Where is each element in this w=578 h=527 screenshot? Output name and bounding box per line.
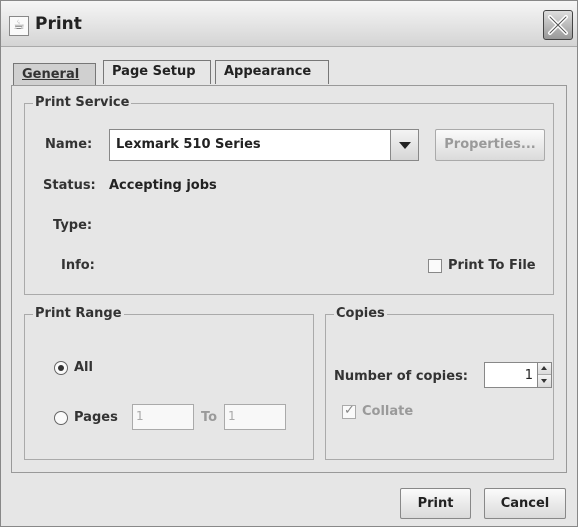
print-dialog: ☕ Print General Page Setup Appearance Pr… — [0, 0, 578, 527]
tab-general[interactable]: General — [13, 63, 96, 85]
copies-title: Copies — [334, 306, 387, 321]
from-page-field[interactable]: 1 — [132, 404, 194, 430]
close-button[interactable] — [543, 10, 573, 40]
status-value: Accepting jobs — [109, 178, 217, 193]
name-label: Name: — [45, 137, 93, 152]
print-service-group: Print Service Name: Lexmark 510 Series P… — [24, 95, 554, 295]
to-label: To — [201, 410, 218, 425]
collate-label[interactable]: Collate — [362, 404, 413, 419]
title-bar[interactable]: ☕ Print — [1, 1, 577, 47]
tab-label: General — [22, 67, 80, 82]
tab-page-setup[interactable]: Page Setup — [103, 60, 211, 84]
spinner-buttons — [537, 363, 551, 387]
spinner-up-icon[interactable] — [538, 363, 551, 375]
print-range-title: Print Range — [33, 306, 124, 321]
printer-name: Lexmark 510 Series — [116, 137, 261, 152]
copies-value: 1 — [524, 368, 533, 383]
tab-label: Appearance — [224, 64, 312, 79]
print-to-file-label[interactable]: Print To File — [448, 258, 536, 273]
info-label: Info: — [61, 258, 95, 273]
all-radio[interactable] — [54, 361, 68, 375]
copies-spinner[interactable]: 1 — [484, 362, 552, 388]
all-label[interactable]: All — [74, 360, 93, 375]
general-tab-panel: Print Service Name: Lexmark 510 Series P… — [11, 85, 567, 473]
tab-label: Page Setup — [112, 64, 196, 79]
collate-checkbox[interactable] — [342, 403, 356, 419]
printer-select[interactable]: Lexmark 510 Series — [109, 129, 419, 161]
close-icon — [548, 15, 568, 35]
copies-group: Copies Number of copies: 1 Collate — [325, 306, 554, 460]
pages-label[interactable]: Pages — [74, 410, 118, 425]
properties-button[interactable]: Properties... — [435, 129, 545, 161]
print-service-title: Print Service — [33, 95, 132, 110]
to-page-field[interactable]: 1 — [224, 404, 286, 430]
print-button[interactable]: Print — [400, 488, 471, 519]
status-label: Status: — [43, 178, 96, 193]
cancel-button[interactable]: Cancel — [484, 488, 566, 519]
print-to-file-checkbox[interactable] — [428, 259, 442, 273]
chevron-down-icon[interactable] — [390, 130, 418, 160]
number-of-copies-label: Number of copies: — [334, 369, 469, 384]
pages-radio[interactable] — [54, 411, 68, 425]
tab-appearance[interactable]: Appearance — [215, 60, 329, 84]
spinner-down-icon[interactable] — [538, 375, 551, 387]
type-label: Type: — [53, 218, 93, 233]
window-title: Print — [35, 14, 82, 34]
java-cup-icon: ☕ — [9, 16, 29, 36]
print-range-group: Print Range All Pages 1 To 1 — [24, 306, 314, 460]
